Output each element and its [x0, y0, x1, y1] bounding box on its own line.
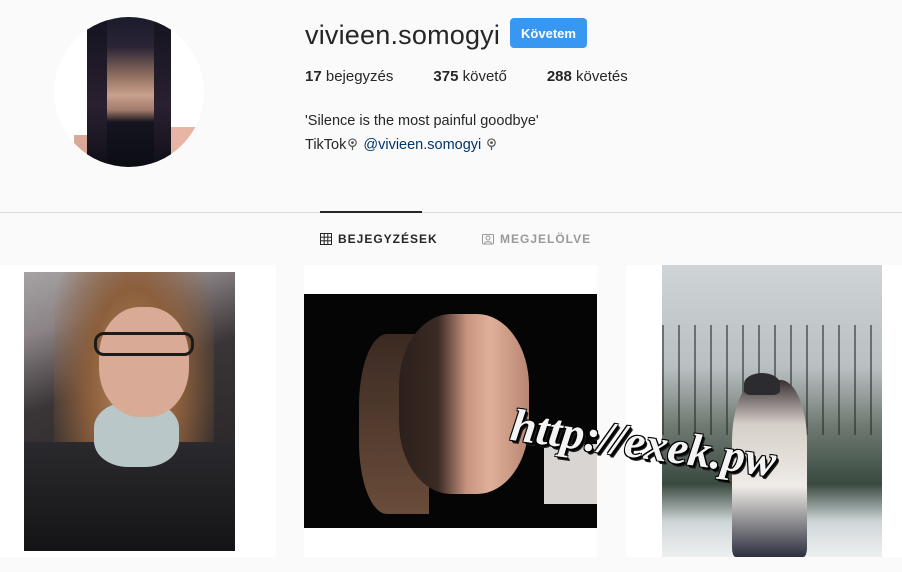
bio-tiktok-link[interactable]: @vivieen.somogyi: [363, 137, 481, 153]
post-image: [24, 272, 235, 551]
posts-label: bejegyzés: [325, 68, 394, 85]
pushpin-icon: [348, 138, 358, 151]
avatar-hair-right: [154, 17, 171, 167]
followers-stat[interactable]: 375 követő: [433, 68, 506, 85]
post-image-detail: [399, 314, 529, 494]
tabs-divider: [0, 212, 902, 213]
post-image-detail: [94, 332, 194, 356]
followers-label: követő: [462, 68, 507, 85]
following-stat[interactable]: 288 követés: [547, 68, 628, 85]
post-image: [662, 265, 882, 557]
following-label: követés: [576, 68, 628, 85]
profile-avatar[interactable]: [54, 17, 204, 167]
grid-icon: [320, 233, 332, 245]
posts-count-stat: 17 bejegyzés: [305, 68, 393, 85]
post-image-detail: [744, 373, 780, 395]
post-image-detail: [99, 307, 189, 417]
tab-tagged-label: MEGJELÖLVE: [500, 232, 592, 246]
avatar-shoulder-left: [74, 135, 87, 167]
post-tile[interactable]: [0, 265, 276, 557]
active-tab-indicator: [320, 211, 422, 213]
avatar-hair-left: [87, 17, 107, 167]
posts-count: 17: [305, 68, 322, 85]
bio-line-2: TikTok @vivieen.somogyi: [305, 133, 539, 157]
bio-line-1: 'Silence is the most painful goodbye': [305, 113, 539, 129]
tab-posts[interactable]: BEJEGYZÉSEK: [320, 232, 438, 246]
tab-tagged[interactable]: MEGJELÖLVE: [482, 232, 591, 246]
following-count: 288: [546, 68, 572, 85]
pushpin-icon: [487, 138, 497, 151]
tagged-icon: [482, 234, 494, 245]
profile-bio: 'Silence is the most painful goodbye' Ti…: [305, 109, 539, 157]
avatar-shoulder-right: [171, 127, 204, 167]
profile-username: vivieen.somogyi: [305, 20, 501, 50]
followers-count: 375: [433, 68, 459, 85]
post-tile[interactable]: [626, 265, 902, 557]
follow-button[interactable]: Követem: [510, 18, 587, 48]
profile-stats: 17 bejegyzés 375 követő 288 követés: [305, 68, 668, 85]
tab-posts-label: BEJEGYZÉSEK: [338, 232, 438, 246]
bio-tiktok-text: TikTok: [305, 137, 347, 153]
